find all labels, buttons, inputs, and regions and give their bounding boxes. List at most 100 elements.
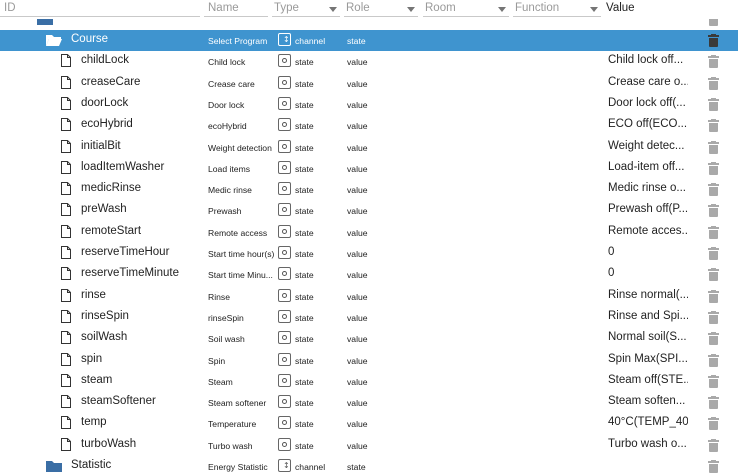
object-value[interactable]: Rinse normal(... [608, 289, 688, 301]
object-value[interactable]: Turbo wash o... [608, 438, 687, 450]
object-value[interactable]: 0 [608, 246, 614, 258]
tree-row-channel[interactable]: Statistic Energy Statistic ↕ channel state [0, 456, 738, 473]
tree-row-channel[interactable]: Course Select Program ↕ channel state [0, 30, 738, 52]
function-filter-select[interactable]: Function [513, 1, 601, 17]
object-name: Temperature [208, 419, 257, 430]
object-value[interactable]: Child lock off... [608, 54, 683, 66]
role-filter-select[interactable]: Role [344, 1, 418, 17]
tree-row-state[interactable]: rinseSpin rinseSpin state value Rinse and Sp… [0, 307, 738, 328]
function-filter[interactable]: Function [513, 0, 601, 19]
trash-icon[interactable] [708, 460, 719, 473]
object-name: Door lock [208, 99, 245, 110]
tree-row-state[interactable]: loadItemWasher Load items state value Load-i… [0, 158, 738, 179]
name-filter[interactable]: Name [204, 0, 268, 19]
trash-icon[interactable] [708, 119, 719, 133]
object-value[interactable]: Steam soften... [608, 395, 685, 407]
type-filter-select[interactable]: Type [272, 1, 340, 17]
tree-row-state[interactable]: ecoHybrid ecoHybrid state value ECO off(ECO.… [0, 115, 738, 136]
room-filter[interactable]: Room [423, 0, 509, 19]
object-value[interactable]: Spin Max(SPI... [608, 353, 688, 365]
file-icon [61, 203, 71, 217]
file-icon [61, 246, 71, 259]
trash-icon[interactable] [708, 417, 719, 431]
state-icon [278, 118, 291, 132]
tree-row-state[interactable]: soilWash Soil wash state value Normal soil(S… [0, 328, 738, 349]
trash-icon[interactable] [708, 34, 719, 47]
trash-icon[interactable] [708, 374, 719, 388]
tree-row-state[interactable]: rinse Rinse state value Rinse normal(... [0, 286, 738, 307]
room-filter-select[interactable]: Room [423, 1, 509, 17]
value-column-title: Value [606, 2, 635, 14]
object-role: value [347, 227, 368, 238]
tree-row-state[interactable]: steamSoftener Steam softener state value Ste… [0, 392, 738, 413]
tree-row-state[interactable]: creaseCare Crease care state value Crease ca… [0, 73, 738, 94]
trash-icon[interactable] [708, 396, 719, 410]
trash-icon[interactable] [708, 332, 719, 346]
trash-icon[interactable] [708, 161, 719, 175]
trash-icon[interactable] [708, 268, 719, 282]
tree-row-state[interactable]: reserveTimeMinute Start time Minu... state… [0, 264, 738, 285]
tree-row-state[interactable]: medicRinse Medic rinse state value Medic rin… [0, 179, 738, 200]
object-type: channel [295, 462, 326, 472]
object-role: value [347, 57, 368, 68]
object-value[interactable]: 0 [608, 267, 614, 279]
object-type: state [295, 440, 314, 451]
tree-row-state[interactable]: turboWash Turbo wash state value Turbo wash … [0, 435, 738, 456]
object-name: Remote access [208, 227, 268, 238]
object-name: Start time Minu... [208, 270, 273, 281]
trash-icon[interactable] [708, 247, 719, 260]
file-icon [61, 160, 71, 174]
type-filter[interactable]: Type [272, 0, 340, 19]
role-filter[interactable]: Role [344, 0, 418, 19]
trash-icon[interactable] [708, 204, 719, 218]
object-type: state [295, 312, 314, 323]
trash-icon[interactable] [708, 289, 719, 303]
trash-icon[interactable] [708, 76, 719, 90]
object-value[interactable]: Normal soil(S... [608, 331, 687, 343]
tree-row-state[interactable]: temp Temperature state value 40°C(TEMP_40) [0, 413, 738, 434]
object-type: state [295, 121, 314, 132]
tree-row-state[interactable]: preWash Prewash state value Prewash off(P... [0, 200, 738, 221]
object-name: Turbo wash [208, 440, 253, 451]
trash-icon[interactable] [708, 183, 719, 197]
object-value[interactable]: 40°C(TEMP_40) [608, 416, 688, 428]
channel-icon: ↕ [278, 33, 291, 46]
tree-row-state[interactable]: initialBit Weight detection state value Weig… [0, 137, 738, 158]
object-value[interactable]: Door lock off(... [608, 97, 686, 109]
trash-icon[interactable] [708, 140, 719, 154]
room-filter-label: Room [425, 2, 456, 14]
object-role: value [347, 355, 368, 366]
tree-row-state[interactable]: doorLock Door lock state value Door lock off… [0, 94, 738, 115]
object-name: Prewash [208, 206, 242, 217]
trash-icon[interactable] [708, 55, 719, 69]
trash-icon[interactable] [708, 97, 719, 111]
tree-row-state[interactable]: spin Spin state value Spin Max(SPI... [0, 350, 738, 371]
object-role: state [347, 462, 366, 472]
object-value[interactable]: ECO off(ECO... [608, 118, 687, 130]
tree-row-state[interactable]: reserveTimeHour Start time hour(s) state va… [0, 243, 738, 264]
tree-row-state[interactable]: childLock Child lock state value Child lock … [0, 51, 738, 72]
id-filter[interactable]: ID [0, 0, 200, 19]
object-role: value [347, 398, 368, 409]
object-value[interactable]: Rinse and Spi... [608, 310, 688, 322]
file-icon [61, 352, 71, 366]
object-value[interactable]: Steam off(STE... [608, 374, 688, 386]
object-value[interactable]: Weight detec... [608, 140, 685, 152]
object-name: Rinse [208, 291, 230, 302]
id-filter-input[interactable]: ID [0, 1, 200, 17]
object-value[interactable]: Prewash off(P... [608, 203, 688, 215]
file-icon [61, 288, 71, 302]
object-value[interactable]: Medic rinse o... [608, 182, 686, 194]
object-value[interactable]: Load-item off... [608, 161, 685, 173]
trash-icon[interactable] [708, 353, 719, 367]
tree-row-state[interactable]: remoteStart Remote access state value Remote… [0, 222, 738, 243]
folder-open-icon [46, 35, 62, 46]
name-filter-input[interactable]: Name [204, 1, 268, 17]
trash-icon[interactable] [708, 438, 719, 452]
tree-row-state[interactable]: steam Steam state value Steam off(STE... [0, 371, 738, 392]
column-filter-header: ID Name Type Role Room Function Value [0, 0, 738, 19]
trash-icon[interactable] [708, 225, 719, 239]
object-value[interactable]: Remote acces... [608, 225, 688, 237]
object-value[interactable]: Crease care o... [608, 76, 688, 88]
trash-icon[interactable] [708, 310, 719, 324]
